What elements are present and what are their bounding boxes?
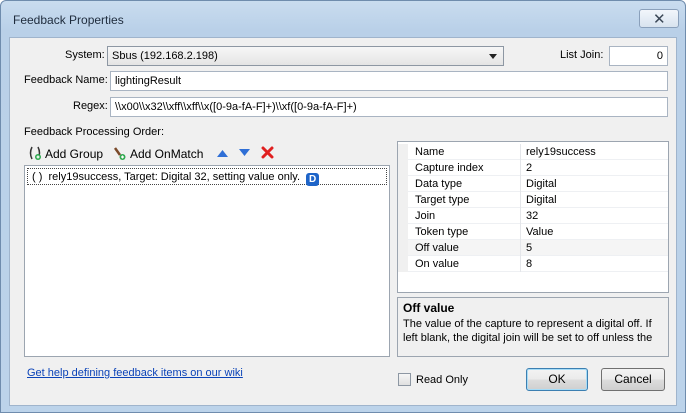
property-row-capture-index[interactable]: Capture index 2: [398, 160, 668, 176]
property-label: Name: [415, 146, 445, 158]
add-group-icon: [28, 146, 42, 163]
regex-label: Regex:: [73, 100, 108, 112]
property-row-data-type[interactable]: Data type Digital: [398, 176, 668, 192]
feedback-name-label: Feedback Name:: [24, 74, 108, 86]
property-value: Value: [526, 226, 554, 238]
property-value: 2: [526, 162, 533, 174]
system-label: System:: [65, 49, 105, 61]
property-label: Target type: [415, 194, 470, 206]
move-up-button[interactable]: [216, 146, 229, 162]
property-row-target-type[interactable]: Target type Digital: [398, 192, 668, 208]
property-label: Capture index: [415, 162, 484, 174]
system-select-value: Sbus (192.168.2.198): [112, 50, 218, 62]
close-button[interactable]: ✕: [639, 9, 679, 28]
processing-order-label: Feedback Processing Order:: [24, 126, 165, 138]
property-value: Digital: [526, 178, 557, 190]
close-icon: ✕: [653, 10, 666, 28]
list-join-field[interactable]: 0: [609, 46, 668, 66]
property-grid: Name rely19success Capture index 2 Data …: [397, 141, 669, 293]
property-row-token-type[interactable]: Token type Value: [398, 224, 668, 240]
regex-field[interactable]: \\x00\\x32\\xff\\xff\\x([0-9a-fA-F]+)\\x…: [110, 97, 668, 117]
property-row-on-value[interactable]: On value 8: [398, 256, 668, 272]
property-label: On value: [415, 258, 460, 270]
chevron-down-icon: [489, 54, 497, 59]
property-row-join[interactable]: Join 32: [398, 208, 668, 224]
add-onmatch-button[interactable]: Add OnMatch: [113, 146, 203, 162]
wiki-help-link[interactable]: Get help defining feedback items on our …: [27, 367, 243, 379]
read-only-checkbox[interactable]: [398, 373, 411, 386]
property-help-panel: Off value The value of the capture to re…: [397, 297, 669, 357]
digital-badge-icon: D: [306, 173, 320, 186]
feedback-properties-window: Feedback Properties ✕ System: Sbus (192.…: [0, 0, 686, 413]
property-value: 32: [526, 210, 539, 222]
help-title: Off value: [403, 301, 455, 315]
delete-button[interactable]: [261, 146, 274, 162]
property-label: Token type: [415, 226, 469, 238]
delete-icon: [261, 146, 274, 162]
move-up-icon: [216, 147, 229, 161]
ok-button[interactable]: OK: [526, 368, 588, 391]
list-item-text: rely19success, Target: Digital 32, setti…: [48, 171, 301, 183]
list-item[interactable]: ( ) rely19success, Target: Digital 32, s…: [27, 168, 387, 186]
property-row-name[interactable]: Name rely19success: [398, 144, 668, 160]
move-down-button[interactable]: [238, 146, 251, 162]
add-group-button[interactable]: Add Group: [28, 146, 103, 162]
list-item-prefix: ( ): [32, 171, 43, 183]
read-only-label: Read Only: [416, 374, 468, 386]
property-value: rely19success: [526, 146, 596, 158]
add-onmatch-icon: [113, 146, 127, 163]
property-row-off-value[interactable]: Off value 5: [398, 240, 668, 256]
help-description: The value of the capture to represent a …: [403, 318, 653, 344]
dialog-body: System: Sbus (192.168.2.198) List Join: …: [9, 37, 677, 406]
add-group-label: Add Group: [45, 147, 104, 161]
window-title: Feedback Properties: [13, 13, 124, 27]
add-onmatch-label: Add OnMatch: [130, 147, 204, 161]
cancel-button[interactable]: Cancel: [601, 368, 665, 391]
property-label: Data type: [415, 178, 463, 190]
feedback-name-field[interactable]: lightingResult: [110, 71, 668, 91]
move-down-icon: [238, 147, 251, 161]
property-value: 5: [526, 242, 533, 254]
list-join-label: List Join:: [560, 49, 604, 61]
property-label: Join: [415, 210, 436, 222]
property-value: 8: [526, 258, 533, 270]
feedback-processing-list[interactable]: ( ) rely19success, Target: Digital 32, s…: [24, 165, 390, 357]
property-value: Digital: [526, 194, 557, 206]
property-label: Off value: [415, 242, 459, 254]
system-select[interactable]: Sbus (192.168.2.198): [107, 46, 504, 66]
title-bar[interactable]: Feedback Properties ✕: [1, 1, 685, 37]
